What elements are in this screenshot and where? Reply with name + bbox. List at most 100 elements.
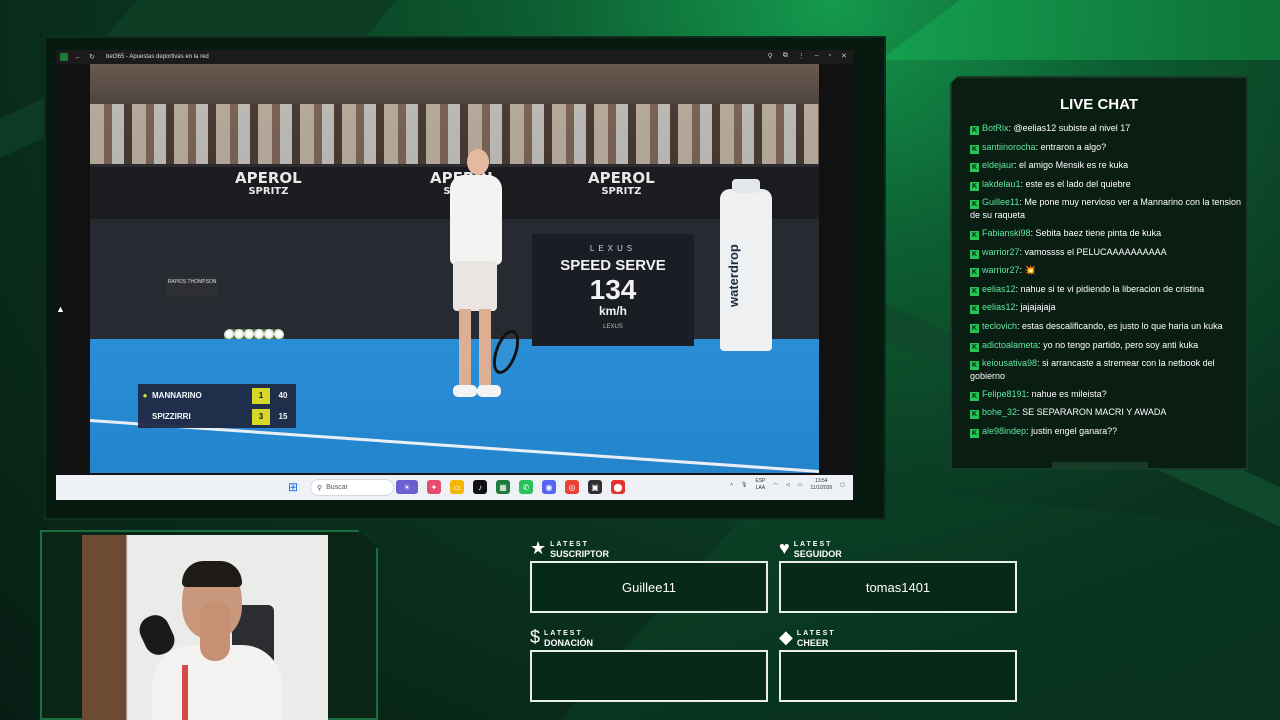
chat-username[interactable]: eelias12 xyxy=(982,284,1016,294)
live-chat-panel: LIVE CHAT K BotRix: @eelias12 subiste al … xyxy=(950,76,1248,470)
search-icon[interactable]: ⚲ xyxy=(768,52,773,60)
kick-badge-icon: K xyxy=(970,126,979,135)
scoreboard: ● MANNARINO 1 40 SPIZZIRRI 3 15 xyxy=(138,384,296,428)
chat-text: el amigo Mensik es re kuka xyxy=(1019,160,1129,171)
chat-text: Sebita baez tiene pinta de kuka xyxy=(1035,227,1162,238)
kick-badge-icon: K xyxy=(970,249,979,259)
discord-icon[interactable]: ◉ xyxy=(542,480,556,494)
menu-icon[interactable]: ⋮ xyxy=(798,52,805,60)
aperol-sign: APEROLSPRITZ xyxy=(588,169,655,198)
chat-text: entraron a algo? xyxy=(1040,141,1107,152)
sponsor-box: RAPIDS THOMPSON xyxy=(166,277,218,297)
chat-username[interactable]: eldejaur xyxy=(982,160,1014,170)
volume-icon[interactable]: ◁ xyxy=(786,482,790,488)
set-score: 1 xyxy=(252,387,270,404)
chat-text: nahue si te vi pidiendo la liberacion de… xyxy=(1020,283,1205,294)
kick-badge-icon: K xyxy=(970,428,979,438)
chat-message: Keldejaur: el amigo Mensik es re kuka xyxy=(970,160,1129,173)
latest-donacion-label: $ LATEST DONACIÓN xyxy=(530,627,594,648)
speed-board-brand-small: LEXUS xyxy=(603,324,623,330)
chat-bottom-tab xyxy=(1052,462,1148,468)
chat-text: justin engel ganara?? xyxy=(1031,425,1118,436)
chat-text: @eelias12 subiste al nivel 17 xyxy=(1013,123,1131,133)
speed-value: 134 xyxy=(589,274,637,305)
speed-serve-board: LEXUS SPEED SERVE 134 km/h LEXUS xyxy=(532,234,694,346)
battery-icon[interactable]: ▭ xyxy=(798,482,803,488)
language-indicator[interactable]: ESP LAA xyxy=(755,478,765,492)
windows-start-icon[interactable]: ⊞ xyxy=(288,481,300,493)
kick-badge-icon: K xyxy=(970,200,979,210)
chat-username[interactable]: warrior27 xyxy=(982,265,1020,275)
back-icon[interactable]: ← xyxy=(74,53,82,61)
video-player[interactable]: APEROLSPRITZ APEROLSPRITZ APEROLSPRITZ R… xyxy=(90,64,819,473)
chat-text: este es el lado del quiebre xyxy=(1025,178,1131,189)
obs-icon[interactable]: ⬤ xyxy=(611,480,625,494)
chat-username[interactable]: bohe_32 xyxy=(982,407,1017,417)
chat-username[interactable]: keiousativa98 xyxy=(982,358,1037,368)
browser-window: ← ↻ bet365 - Apuestas deportivas en la r… xyxy=(56,50,853,500)
chat-username[interactable]: adictoalameta xyxy=(982,340,1038,350)
chat-text: estas descalificando, es justo lo que ha… xyxy=(1022,320,1223,331)
kick-badge-icon: K xyxy=(970,268,979,278)
chat-username[interactable]: BotRix xyxy=(982,123,1009,133)
chat-username[interactable]: teclovich xyxy=(982,321,1017,331)
reload-icon[interactable]: ↻ xyxy=(88,53,96,61)
chat-message: Ksantiinorocha: entraron a algo? xyxy=(970,141,1107,154)
taskbar: ⊞ ⚲ Buscar ☀ ✦ ▭ ♪ ▦ ✆ ◉ ◎ ▣ ⬤ ˄ 🎙 ESP LA… xyxy=(56,475,853,500)
chat-username[interactable]: lakdelau1 xyxy=(982,179,1021,189)
mic-icon[interactable]: 🎙 xyxy=(741,482,747,488)
chat-username[interactable]: Guillee11 xyxy=(982,197,1019,207)
chat-message: K Guillee11: Me pone muy nervioso ver a M… xyxy=(970,197,1241,221)
extensions-icon[interactable]: ⧉ xyxy=(783,52,788,60)
chat-username[interactable]: Fabianski98 xyxy=(982,228,1031,238)
kick-badge-icon: K xyxy=(970,305,979,315)
latest-suscriptor-label: ★ LATEST SUSCRIPTOR xyxy=(530,538,609,559)
bottle-cap xyxy=(732,179,760,193)
kick-badge-icon: K xyxy=(970,286,979,296)
mouse-cursor-icon: ▲ xyxy=(56,304,65,314)
wifi-icon[interactable]: ◠ xyxy=(773,482,777,488)
tiktok-icon[interactable]: ♪ xyxy=(473,480,487,494)
copilot-icon[interactable]: ✦ xyxy=(427,480,441,494)
game-points: 40 xyxy=(278,391,288,400)
tab-title: bet365 - Apuestas deportivas en la red xyxy=(106,54,209,60)
chat-message: Kbohe_32: SE SEPARARON MACRI Y AWADA xyxy=(970,407,1167,420)
widget-icon[interactable]: ☀ xyxy=(396,480,418,494)
dollar-icon: $ xyxy=(530,627,541,647)
maximize-icon[interactable]: ▫ xyxy=(829,52,831,60)
chevron-up-icon[interactable]: ˄ xyxy=(730,482,733,488)
latest-suscriptor-box: Guillee11 xyxy=(530,561,768,613)
chat-text: nahue es mileista? xyxy=(1031,388,1107,399)
waterdrop-label: waterdrop xyxy=(726,244,741,308)
close-icon[interactable]: ✕ xyxy=(841,52,847,60)
chat-text: 💥 xyxy=(1024,265,1036,276)
chrome-icon[interactable]: ◎ xyxy=(565,480,579,494)
speed-board-brand: LEXUS xyxy=(589,244,637,253)
chat-username[interactable]: santiinorocha xyxy=(982,142,1036,152)
notifications-icon[interactable]: ▢ xyxy=(840,482,845,488)
kick-badge-icon: K xyxy=(970,144,979,154)
kick-badge-icon: K xyxy=(970,410,979,420)
whatsapp-icon[interactable]: ✆ xyxy=(519,480,533,494)
taskbar-search[interactable]: ⚲ Buscar xyxy=(310,479,394,496)
score-row: SPIZZIRRI 3 15 xyxy=(138,406,296,427)
kick-badge-icon: K xyxy=(970,163,979,173)
minimize-icon[interactable]: – xyxy=(815,52,819,60)
kick-badge-icon: K xyxy=(970,181,979,191)
clock[interactable]: 13:54 11/1/2026 xyxy=(810,478,832,492)
chat-message: K Fabianski98: Sebita baez tiene pinta de… xyxy=(970,227,1162,240)
chat-message: K BotRix: @eelias12 subiste al nivel 17 xyxy=(970,123,1131,135)
system-tray: ˄ 🎙 ESP LAA ◠ ◁ ▭ 13:54 11/1/2026 ▢ xyxy=(730,478,845,492)
chat-username[interactable]: ale98indep xyxy=(982,426,1026,436)
waterdrop-bottle: waterdrop xyxy=(720,179,772,351)
file-explorer-icon[interactable]: ▭ xyxy=(450,480,464,494)
chat-username[interactable]: warrior27 xyxy=(982,247,1020,257)
speed-unit: km/h xyxy=(598,304,627,318)
set-score: 3 xyxy=(252,408,270,425)
chat-username[interactable]: Felipe8191 xyxy=(982,389,1027,399)
background-stripe xyxy=(103,0,397,40)
chat-username[interactable]: eelias12 xyxy=(982,302,1016,312)
bet365-icon[interactable]: ▦ xyxy=(496,480,510,494)
terminal-icon[interactable]: ▣ xyxy=(588,480,602,494)
chat-message: Keelias12: jajajajaja xyxy=(970,302,1056,315)
